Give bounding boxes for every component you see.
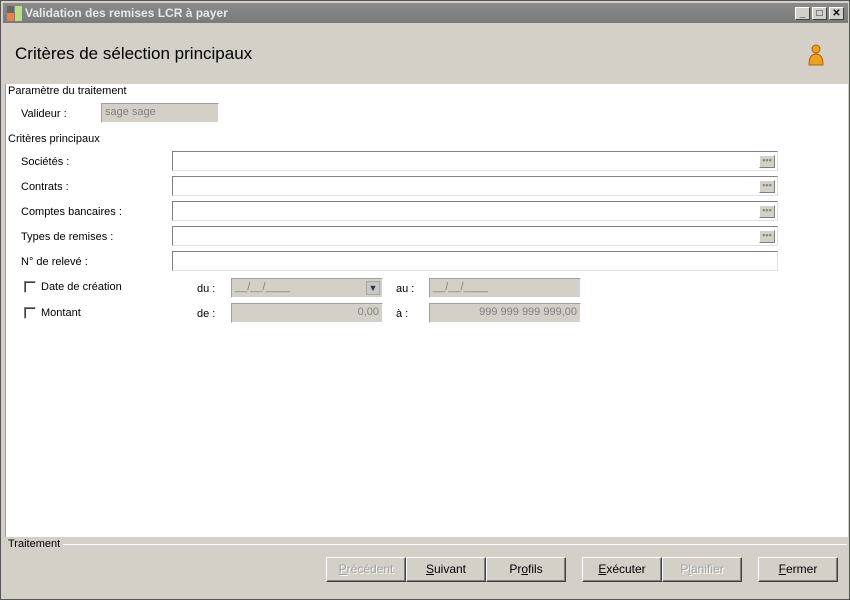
user-icon[interactable] <box>808 44 824 66</box>
statement-number-field[interactable] <box>172 251 778 271</box>
bank-accounts-field[interactable]: ••• <box>172 201 778 221</box>
btn-text: Pr <box>509 562 522 576</box>
window-title: Validation des remises LCR à payer <box>25 6 228 20</box>
app-icon <box>7 6 22 21</box>
btn-accel: o <box>521 562 528 576</box>
header: Critères de sélection principaux <box>3 24 848 84</box>
btn-accel: F <box>778 562 786 576</box>
next-button[interactable]: Suivant <box>406 557 486 582</box>
statement-number-label: N° de relevé : <box>21 256 88 268</box>
remittance-types-field[interactable]: ••• <box>172 226 778 246</box>
execute-button[interactable]: Exécuter <box>582 557 662 582</box>
minimize-button[interactable]: _ <box>795 7 810 20</box>
contracts-field[interactable]: ••• <box>172 176 778 196</box>
window: Validation des remises LCR à payer _ □ ✕… <box>0 0 850 600</box>
title-bar: Validation des remises LCR à payer _ □ ✕ <box>3 3 848 23</box>
btn-text: anifier <box>691 562 724 576</box>
btn-text: fils <box>528 562 543 576</box>
validator-field[interactable]: sage sage <box>101 103 219 123</box>
remittance-types-label: Types de remises : <box>21 231 114 243</box>
divider <box>99 139 845 140</box>
page-title: Critères de sélection principaux <box>15 44 253 63</box>
schedule-button[interactable]: Planifier <box>662 557 742 582</box>
date-to-field[interactable]: __/__/____ <box>429 278 581 298</box>
date-from-value: __/__/____ <box>235 281 291 293</box>
amount-checkbox[interactable] <box>24 307 36 319</box>
group-label-parameters: Paramètre du traitement <box>8 85 127 97</box>
companies-field[interactable]: ••• <box>172 151 778 171</box>
creation-date-checkbox[interactable] <box>24 281 36 293</box>
validator-label: Valideur : <box>21 108 67 120</box>
btn-accel: S <box>425 562 434 576</box>
bank-accounts-label: Comptes bancaires : <box>21 206 122 218</box>
group-label-processing: Traitement <box>8 538 61 550</box>
amount-from-label: de : <box>197 308 216 320</box>
date-from-field[interactable]: __/__/____ ▼ <box>231 278 383 298</box>
browse-companies-button[interactable]: ••• <box>759 155 775 168</box>
btn-text: ermer <box>786 562 818 576</box>
close-button[interactable]: ✕ <box>829 7 844 20</box>
browse-remittance-types-button[interactable]: ••• <box>759 230 775 243</box>
divider <box>125 91 845 92</box>
date-from-label: du : <box>197 283 216 295</box>
date-to-label: au : <box>396 283 415 295</box>
companies-label: Sociétés : <box>21 156 70 168</box>
previous-button[interactable]: Précédent <box>326 557 406 582</box>
chevron-down-icon[interactable]: ▼ <box>366 281 380 295</box>
maximize-button[interactable]: □ <box>812 7 827 20</box>
browse-contracts-button[interactable]: ••• <box>759 180 775 193</box>
btn-accel: P <box>338 562 347 576</box>
btn-text: uivant <box>433 562 467 576</box>
profiles-button[interactable]: Profils <box>486 557 566 582</box>
amount-label: Montant <box>41 307 81 319</box>
group-label-criteria: Critères principaux <box>8 133 100 145</box>
contracts-label: Contrats : <box>21 181 69 193</box>
close-window-button[interactable]: Fermer <box>758 557 838 582</box>
creation-date-label: Date de création <box>41 281 122 293</box>
amount-from-field[interactable]: 0,00 <box>231 303 383 323</box>
btn-text: récédent <box>346 562 394 576</box>
btn-text: xécuter <box>606 562 646 576</box>
divider <box>63 544 847 545</box>
browse-bank-accounts-button[interactable]: ••• <box>759 205 775 218</box>
amount-to-field[interactable]: 999 999 999 999,00 <box>429 303 581 323</box>
amount-to-label: à : <box>396 308 409 320</box>
